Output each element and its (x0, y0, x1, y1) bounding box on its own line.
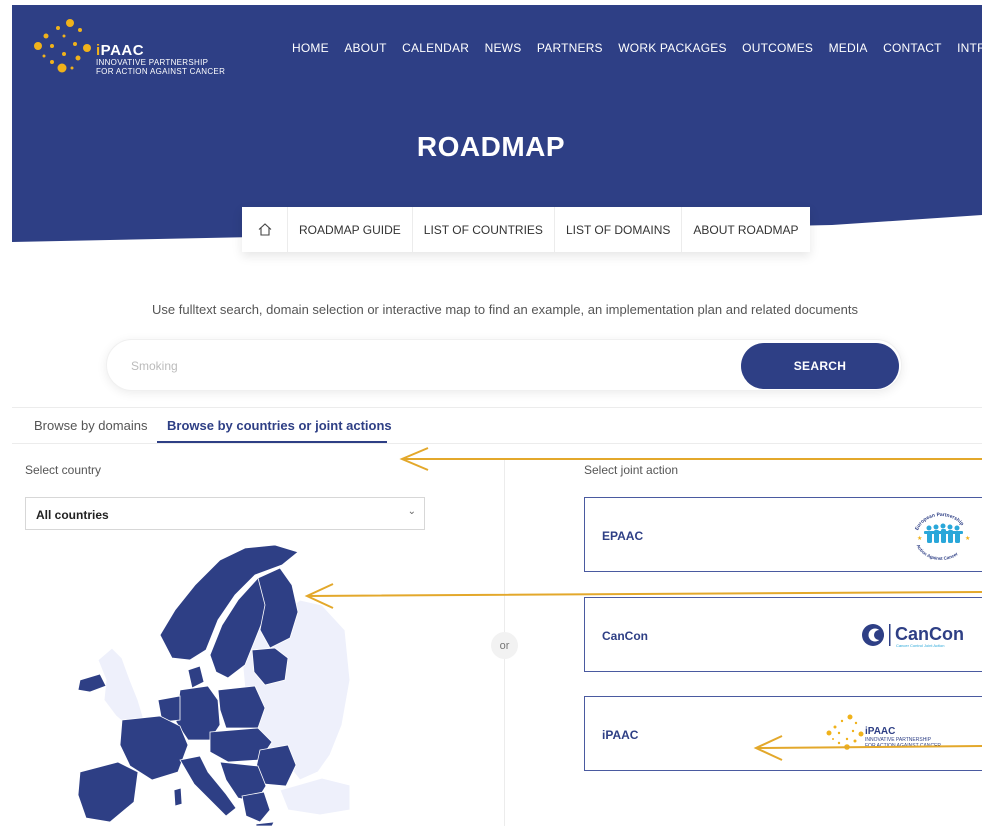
select-country-label: Select country (25, 463, 102, 477)
nav-about[interactable]: ABOUT (344, 41, 386, 55)
roadmap-subnav: ROADMAP GUIDE LIST OF COUNTRIES LIST OF … (242, 207, 810, 252)
chevron-down-icon: ⌄ (407, 506, 416, 517)
cancon-logo: CanCon Cancer Control Joint Action (862, 624, 964, 648)
joint-action-epaac-card[interactable]: EPAAC European Partnership Action Agains… (584, 497, 982, 572)
map-sardinia[interactable] (173, 787, 183, 807)
subnav-about-roadmap[interactable]: ABOUT ROADMAP (682, 207, 809, 252)
svg-text:★: ★ (917, 535, 922, 542)
svg-text:CanCon: CanCon (895, 624, 964, 644)
map-greece[interactable] (241, 791, 271, 823)
svg-text:iPAAC: iPAAC (865, 726, 895, 737)
joint-action-name: iPAAC (602, 728, 639, 742)
nav-partners[interactable]: PARTNERS (537, 41, 603, 55)
nav-media[interactable]: MEDIA (829, 41, 868, 55)
search-button[interactable]: SEARCH (741, 343, 899, 389)
tab-browse-by-domains[interactable]: Browse by domains (34, 418, 147, 433)
page-title: ROADMAP (416, 131, 566, 162)
subnav-list-of-domains[interactable]: LIST OF DOMAINS (555, 207, 683, 252)
page: iPAAC INNOVATIVE PARTNERSHIP FOR ACTION … (0, 0, 982, 826)
map-crete[interactable] (255, 821, 275, 826)
search-hint: Use fulltext search, domain selection or… (152, 302, 858, 317)
subnav-roadmap-guide[interactable]: ROADMAP GUIDE (288, 207, 413, 252)
svg-text:Action Against Cancer: Action Against Cancer (916, 544, 959, 562)
search-bar: SEARCH (106, 339, 902, 391)
joint-action-ipaac-card[interactable]: iPAAC iPAAC INNOVATIVE PARTNERSHIP FOR A… (584, 696, 982, 771)
ipaac-logo: iPAAC INNOVATIVE PARTNERSHIP FOR ACTION … (826, 714, 941, 750)
site-logo[interactable]: iPAAC INNOVATIVE PARTNERSHIP FOR ACTION … (30, 18, 260, 78)
map-iceland[interactable] (77, 673, 107, 693)
nav-intranet[interactable]: INTRANET (957, 41, 982, 55)
country-select[interactable]: All countries ⌄ (25, 497, 425, 530)
svg-text:★: ★ (965, 535, 970, 542)
subnav-home-button[interactable] (242, 207, 288, 252)
main-nav: HOME ABOUT CALENDAR NEWS PARTNERS WORK P… (292, 41, 982, 55)
search-input[interactable] (131, 355, 691, 377)
epaac-logo: European Partnership Action Against Canc… (914, 512, 970, 562)
nav-calendar[interactable]: CALENDAR (402, 41, 469, 55)
tabs-divider-bottom (12, 443, 982, 444)
joint-action-name: CanCon (602, 629, 648, 643)
map-poland[interactable] (217, 685, 266, 729)
logo-dots-icon (34, 19, 91, 73)
map-turkey[interactable] (279, 777, 350, 816)
nav-work-packages[interactable]: WORK PACKAGES (618, 41, 726, 55)
select-joint-action-label: Select joint action (584, 463, 679, 477)
nav-contact[interactable]: CONTACT (883, 41, 942, 55)
map-iberia[interactable] (77, 761, 139, 823)
europe-map[interactable] (60, 540, 350, 826)
joint-action-name: EPAAC (602, 529, 644, 543)
tab-browse-by-countries[interactable]: Browse by countries or joint actions (167, 418, 392, 433)
logo-title: iPAAC (96, 42, 145, 59)
annotation-arrow-tabs (399, 447, 982, 471)
subnav-list-of-countries[interactable]: LIST OF COUNTRIES (413, 207, 555, 252)
country-select-value: All countries (36, 508, 109, 522)
logo-subtitle: INNOVATIVE PARTNERSHIP FOR ACTION AGAINS… (96, 58, 226, 76)
map-uk-ireland[interactable] (97, 647, 145, 729)
tabs-divider-top (12, 407, 982, 408)
or-separator: or (491, 632, 518, 659)
map-denmark[interactable] (187, 665, 205, 689)
svg-text:Cancer Control Joint Action: Cancer Control Joint Action (896, 643, 944, 648)
nav-news[interactable]: NEWS (485, 41, 522, 55)
svg-text:FOR ACTION AGAINST CANCER: FOR ACTION AGAINST CANCER (865, 743, 941, 749)
home-icon (258, 223, 271, 236)
joint-action-cancon-card[interactable]: CanCon CanCon Cancer Control Joint Actio… (584, 597, 982, 672)
nav-outcomes[interactable]: OUTCOMES (742, 41, 813, 55)
nav-home[interactable]: HOME (292, 41, 329, 55)
